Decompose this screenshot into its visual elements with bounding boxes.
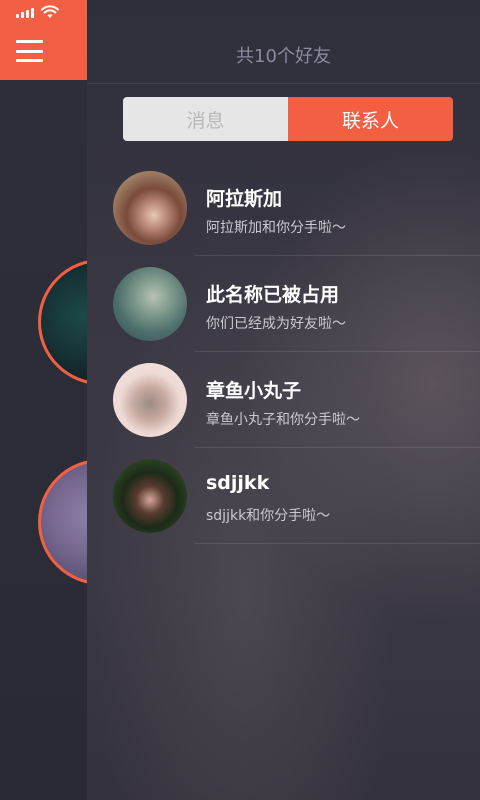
contact-preview: 你们已经成为好友啦～ [206, 316, 346, 332]
contact-list: 阿拉斯加 阿拉斯加和你分手啦～ 此名称已被占用 你们已经成为好友啦～ 章鱼小丸子… [87, 160, 480, 544]
contact-item[interactable]: 阿拉斯加 阿拉斯加和你分手啦～ [87, 160, 480, 256]
avatar [113, 363, 187, 437]
tab-switcher: 消息 联系人 [123, 97, 453, 141]
contact-item[interactable]: 此名称已被占用 你们已经成为好友啦～ [87, 256, 480, 352]
contact-name: sdjjkk [206, 472, 270, 494]
cellular-signal-icon [16, 8, 34, 18]
divider [87, 83, 480, 84]
panel-title: 共10个好友 [236, 46, 331, 67]
tab-messages[interactable]: 消息 [123, 97, 288, 141]
contact-name: 阿拉斯加 [206, 188, 283, 210]
contact-preview: 章鱼小丸子和你分手啦～ [206, 412, 360, 428]
contact-preview: 阿拉斯加和你分手啦～ [206, 220, 346, 236]
contact-name: 此名称已被占用 [206, 284, 340, 306]
contact-preview: sdjjkk和你分手啦～ [206, 508, 331, 524]
hamburger-menu-icon[interactable] [16, 40, 43, 62]
avatar [113, 459, 187, 533]
avatar [113, 267, 187, 341]
avatar [113, 171, 187, 245]
divider [195, 543, 480, 544]
background-screen [0, 0, 164, 800]
wifi-icon [41, 5, 59, 18]
tab-contacts[interactable]: 联系人 [288, 97, 453, 141]
contact-item[interactable]: sdjjkk sdjjkk和你分手啦～ [87, 448, 480, 544]
contact-item[interactable]: 章鱼小丸子 章鱼小丸子和你分手啦～ [87, 352, 480, 448]
friends-panel: 共10个好友 消息 联系人 阿拉斯加 阿拉斯加和你分手啦～ 此名称已被占用 你们… [87, 0, 480, 800]
contact-name: 章鱼小丸子 [206, 380, 302, 402]
